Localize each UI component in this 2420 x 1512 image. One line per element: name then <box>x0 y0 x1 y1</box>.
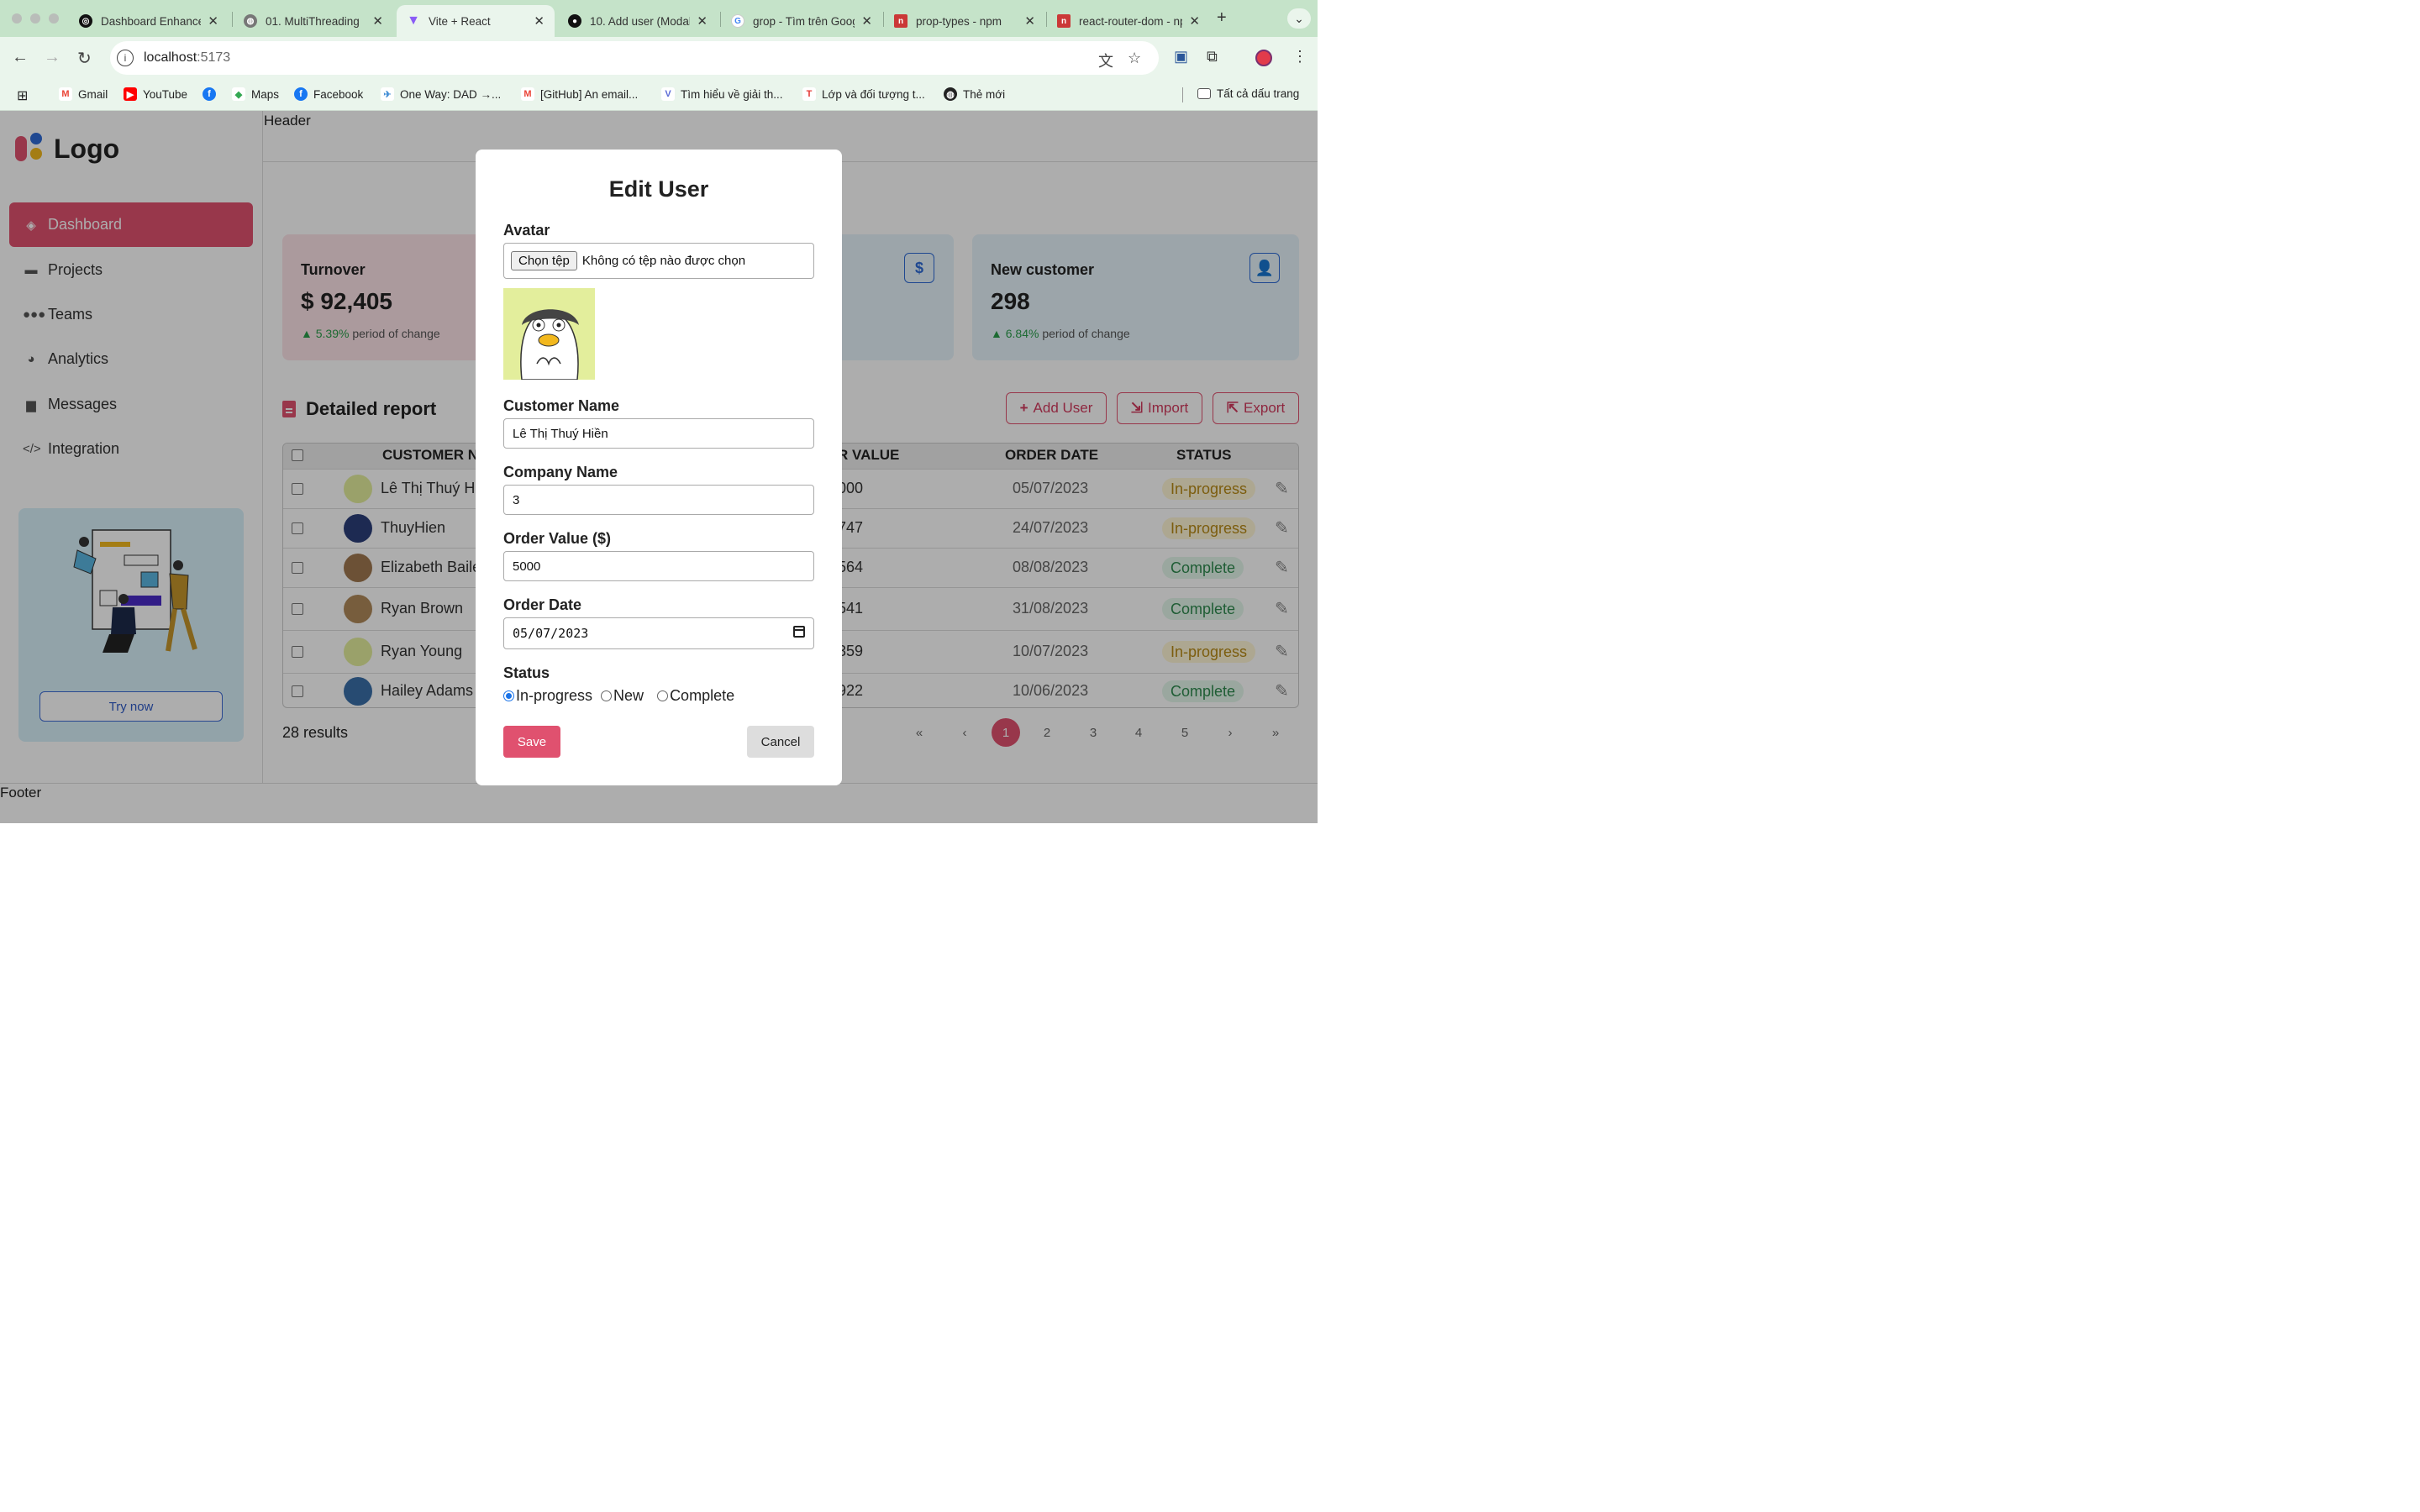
window-close-button[interactable] <box>12 13 22 24</box>
close-icon[interactable]: ✕ <box>1024 13 1035 29</box>
back-icon[interactable]: ← <box>12 48 29 67</box>
browser-tab[interactable]: ◍ 01. MultiThreading ✕ <box>234 5 393 37</box>
translate-icon[interactable]: 文 <box>1098 50 1113 71</box>
apps-grid-icon[interactable]: ⊞ <box>17 87 28 104</box>
gmail-icon: M <box>521 87 534 101</box>
save-button[interactable]: Save <box>503 726 560 758</box>
all-bookmarks-folder[interactable]: Tất cả dấu trang <box>1197 87 1299 100</box>
app-root: Logo ◈ Dashboard ▬ Projects ●●● Teams ◕ … <box>0 111 1318 823</box>
avatar-label: Avatar <box>503 222 550 239</box>
bookmark-item[interactable]: ✈ One Way: DAD →... <box>381 87 501 101</box>
bookmark-item[interactable]: f <box>203 87 222 101</box>
order-value-label: Order Value ($) <box>503 530 612 547</box>
radio-label[interactable]: In-progress <box>516 687 592 705</box>
bookmark-item[interactable]: V Tìm hiểu về giải th... <box>661 87 783 101</box>
duck-avatar-image <box>520 309 579 380</box>
browser-tab[interactable]: ◎ Dashboard Enhancement ✕ <box>69 5 229 37</box>
profile-avatar[interactable] <box>1255 50 1272 66</box>
new-tab-icon[interactable]: + <box>1217 8 1227 28</box>
bookmark-item[interactable]: ◍ Thẻ mới <box>944 87 1005 101</box>
close-icon[interactable]: ✕ <box>208 13 218 29</box>
facebook-icon: f <box>294 87 308 101</box>
cancel-button[interactable]: Cancel <box>747 726 814 758</box>
bird-icon: ✈ <box>381 87 394 101</box>
globe-icon: ◍ <box>944 87 957 101</box>
browser-tab-active[interactable]: ▼ Vite + React ✕ <box>397 5 555 37</box>
forward-icon[interactable]: → <box>44 48 60 67</box>
npm-icon: n <box>894 14 908 28</box>
url-text: localhost:5173 <box>144 50 231 65</box>
calendar-icon[interactable] <box>793 626 805 638</box>
radio-label[interactable]: Complete <box>670 687 734 705</box>
status-radio-complete[interactable] <box>657 690 669 701</box>
company-name-field[interactable]: 3 <box>503 485 814 515</box>
radio-label[interactable]: New <box>613 687 644 705</box>
status-label: Status <box>503 664 550 681</box>
status-radio-new[interactable] <box>601 690 613 701</box>
bookmarks-bar: ⊞ M Gmail ▶ YouTube f ◆ Maps f Facebook ✈ One… <box>0 79 1318 111</box>
extension-icon[interactable]: ▣ <box>1174 48 1188 66</box>
window-minimize-button[interactable] <box>30 13 40 24</box>
customer-name-field[interactable]: Lê Thị Thuý Hiền <box>503 418 814 449</box>
edit-user-modal: Edit User Avatar Chọn tệp Không có tệp n… <box>476 150 842 785</box>
window-maximize-button[interactable] <box>49 13 59 24</box>
browser-tab[interactable]: ● 10. Add user (Modal) ✕ <box>558 5 718 37</box>
avatar-preview <box>503 288 595 380</box>
vite-icon: ▼ <box>407 13 420 28</box>
tab-title: prop-types - npm <box>916 14 1002 28</box>
order-value-field[interactable]: 5000 <box>503 551 814 581</box>
tab-title: react-router-dom - npm <box>1079 14 1182 28</box>
tab-title: 01. MultiThreading <box>266 14 360 28</box>
bookmark-item[interactable]: M [GitHub] An email... <box>521 87 638 101</box>
bookmark-item[interactable]: T Lớp và đối tượng t... <box>802 87 925 101</box>
bookmark-item[interactable]: f Facebook <box>294 87 363 101</box>
t-logo-icon: T <box>802 87 816 101</box>
close-icon[interactable]: ✕ <box>1189 13 1200 29</box>
tab-search-icon[interactable]: ⌄ <box>1287 8 1311 29</box>
v-icon: V <box>661 87 675 101</box>
tab-title: 10. Add user (Modal) <box>590 14 691 28</box>
status-radio-in-progress[interactable] <box>503 690 514 701</box>
tab-title: Dashboard Enhancement <box>101 14 202 28</box>
github-icon: ● <box>568 14 581 28</box>
globe-icon: ◍ <box>244 14 257 28</box>
youtube-icon: ▶ <box>124 87 137 101</box>
menu-kebab-icon[interactable]: ⋮ <box>1292 48 1307 66</box>
close-icon[interactable]: ✕ <box>697 13 708 29</box>
npm-icon: n <box>1057 14 1071 28</box>
close-icon[interactable]: ✕ <box>372 13 383 29</box>
avatar-file-input[interactable]: Chọn tệp Không có tệp nào được chọn <box>503 243 814 279</box>
bookmark-item[interactable]: M Gmail <box>59 87 108 101</box>
file-status: Không có tệp nào được chọn <box>581 254 746 268</box>
close-icon[interactable]: ✕ <box>534 13 544 29</box>
order-date-label: Order Date <box>503 596 582 613</box>
status-radio-group: In-progress New Complete <box>503 687 734 705</box>
tab-title: Vite + React <box>429 14 491 28</box>
close-icon[interactable]: ✕ <box>861 13 872 29</box>
company-name-label: Company Name <box>503 464 618 480</box>
folder-icon <box>1197 88 1211 99</box>
openai-icon: ◎ <box>79 14 92 28</box>
choose-file-button[interactable]: Chọn tệp <box>511 251 577 270</box>
reload-icon[interactable]: ↻ <box>77 48 92 69</box>
customer-name-label: Customer Name <box>503 397 620 414</box>
order-date-field[interactable]: 05/07/2023 <box>503 617 814 649</box>
maps-pin-icon: ◆ <box>232 87 245 101</box>
modal-title: Edit User <box>608 176 709 202</box>
site-info-icon[interactable]: i <box>117 50 134 66</box>
browser-tab[interactable]: n prop-types - npm ✕ <box>884 5 1045 37</box>
address-bar[interactable]: i localhost:5173 文 ☆ <box>110 41 1159 75</box>
browser-tab-strip: ◎ Dashboard Enhancement ✕ ◍ 01. MultiThr… <box>0 0 1318 37</box>
bookmark-item[interactable]: ▶ YouTube <box>124 87 187 101</box>
browser-toolbar: ← → ↻ i localhost:5173 文 ☆ ▣ ⧉ ⋮ <box>0 37 1318 79</box>
browser-tab[interactable]: G grop - Tìm trên Google ✕ <box>721 5 882 37</box>
tab-title: grop - Tìm trên Google <box>753 14 855 28</box>
bookmark-item[interactable]: ◆ Maps <box>232 87 279 101</box>
facebook-icon: f <box>203 87 216 101</box>
browser-tab[interactable]: n react-router-dom - npm ✕ <box>1047 5 1210 37</box>
gmail-icon: M <box>59 87 72 101</box>
extensions-puzzle-icon[interactable]: ⧉ <box>1207 48 1218 66</box>
bookmark-star-icon[interactable]: ☆ <box>1128 50 1141 67</box>
google-icon: G <box>731 14 744 28</box>
